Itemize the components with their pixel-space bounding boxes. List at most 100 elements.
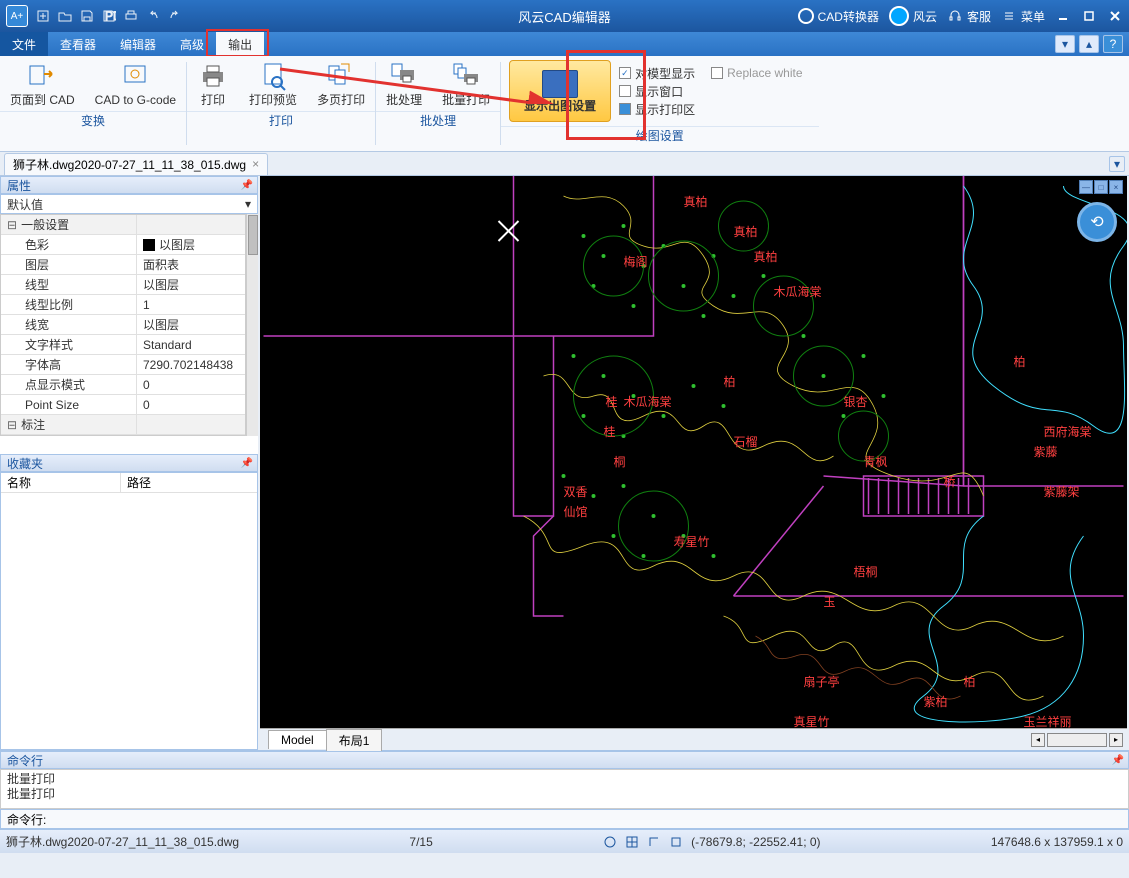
pin-icon[interactable]: 📌 [241, 180, 253, 191]
command-panel: 命令行📌 批量打印 批量打印 命令行: [0, 750, 1129, 829]
print-area-check[interactable]: 显示打印区 [619, 100, 695, 118]
help-icon[interactable]: ? [1103, 35, 1123, 53]
svg-text:梧桐: 梧桐 [854, 564, 878, 579]
canvas-min-icon[interactable]: — [1079, 180, 1093, 194]
prop-key: Point Size [1, 395, 137, 414]
scrollbar[interactable] [246, 214, 258, 436]
grid-section[interactable]: ⊟ 一般设置 [1, 215, 245, 235]
prop-val: Standard [137, 335, 245, 354]
open-icon[interactable] [56, 7, 74, 25]
prop-key: 色彩 [1, 235, 137, 254]
general-label: 一般设置 [21, 216, 69, 233]
ortho-icon[interactable] [647, 835, 661, 849]
svg-text:柏: 柏 [724, 374, 736, 389]
display-options: 对模型显示 显示窗口 显示打印区 [611, 60, 703, 122]
view-cube[interactable]: ⟲ [1077, 202, 1117, 242]
command-input[interactable]: 命令行: [0, 809, 1129, 829]
tab-file[interactable]: 文件 [0, 32, 48, 56]
prop-key: 文字样式 [1, 335, 137, 354]
expand-tabs-icon[interactable]: ▾ [1109, 156, 1125, 172]
close-button[interactable] [1107, 8, 1123, 24]
cad-to-gcode-button[interactable]: CAD to G-code [85, 56, 186, 111]
gcode-icon [119, 60, 151, 92]
prop-row[interactable]: 线宽以图层 [1, 315, 245, 335]
cad-converter-button[interactable]: CAD转换器 [798, 8, 879, 25]
prop-val: 0 [137, 375, 245, 394]
ribbon: 页面到 CAD CAD to G-code 变换 打印 打印预览 多页打印 打印… [0, 56, 1129, 152]
scroll-left-icon[interactable]: ◂ [1031, 733, 1045, 747]
print-icon[interactable] [122, 7, 140, 25]
canvas-buttons: — □ × [1079, 180, 1123, 194]
prop-row[interactable]: 图层面积表 [1, 255, 245, 275]
color-swatch [143, 239, 155, 251]
canvas-max-icon[interactable]: □ [1094, 180, 1108, 194]
pin-icon[interactable]: 📌 [1112, 755, 1124, 766]
menu-bar: 文件 查看器 编辑器 高级 输出 ▾ ▴ ? [0, 32, 1129, 56]
view-cube-icon: ⟲ [1077, 202, 1117, 242]
page-to-cad-button[interactable]: 页面到 CAD [0, 56, 85, 111]
scroll-thumb[interactable] [248, 215, 258, 255]
document-name: 狮子林.dwg2020-07-27_11_11_38_015.dwg [13, 156, 246, 173]
minimize-button[interactable] [1055, 8, 1071, 24]
replace-white-check[interactable]: Replace white [711, 64, 802, 82]
prop-val: 1 [137, 295, 245, 314]
prop-row[interactable]: 色彩以图层 [1, 235, 245, 255]
svg-text:紫柏: 紫柏 [924, 694, 948, 709]
show-window-check[interactable]: 显示窗口 [619, 82, 695, 100]
svg-text:玉兰祥丽: 玉兰祥丽 [1024, 715, 1072, 728]
maximize-button[interactable] [1081, 8, 1097, 24]
document-tab[interactable]: 狮子林.dwg2020-07-27_11_11_38_015.dwg × [4, 153, 268, 175]
svg-text:木瓜海棠: 木瓜海棠 [774, 284, 822, 299]
tab-output[interactable]: 输出 [216, 32, 264, 56]
snap-icon[interactable] [603, 835, 617, 849]
drawing-canvas[interactable]: 真柏梅阁真柏真柏木瓜海棠柏柏桂桂桐木瓜海棠银杏石榴西府海棠紫藤青枫桥紫藤架双香仙… [260, 176, 1127, 750]
print-label: 打印 [201, 94, 225, 107]
prop-val: 0 [137, 395, 245, 414]
display-options-2: Replace white x x [703, 60, 810, 122]
brand-label: 风云 [913, 8, 937, 25]
ribbon-minimize-icon[interactable]: ▴ [1079, 35, 1099, 53]
new-icon[interactable] [34, 7, 52, 25]
support-button[interactable]: 客服 [947, 8, 991, 25]
svg-text:柏: 柏 [964, 674, 976, 689]
collapse-icon: ⊟ [7, 218, 17, 232]
prop-key: 线宽 [1, 315, 137, 334]
prop-row[interactable]: 线型比例1 [1, 295, 245, 315]
headset-icon [947, 8, 963, 24]
canvas-close-icon[interactable]: × [1109, 180, 1123, 194]
osnap-icon[interactable] [669, 835, 683, 849]
prop-val: 以图层 [137, 315, 245, 334]
properties-selector[interactable]: 默认值▾ [0, 194, 258, 214]
tab-viewer[interactable]: 查看器 [48, 32, 108, 56]
prop-row[interactable]: 线型以图层 [1, 275, 245, 295]
model-display-check[interactable]: 对模型显示 [619, 64, 695, 82]
layer-toggle-icon[interactable]: ▾ [1055, 35, 1075, 53]
svg-text:真柏: 真柏 [734, 224, 758, 239]
layout1-tab[interactable]: 布局1 [326, 729, 383, 751]
menu-button[interactable]: 菜单 [1001, 8, 1045, 25]
prop-row[interactable]: 点显示模式0 [1, 375, 245, 395]
prop-row[interactable]: 文字样式Standard [1, 335, 245, 355]
scroll-track[interactable] [1047, 733, 1107, 747]
tab-advanced[interactable]: 高级 [168, 32, 216, 56]
grid-section[interactable]: ⊟标注 [1, 415, 245, 435]
redo-icon[interactable] [166, 7, 184, 25]
checkbox-icon [711, 67, 723, 79]
brand-button[interactable]: 风云 [889, 6, 937, 26]
saveas-icon[interactable]: PDF [100, 7, 118, 25]
tab-editor[interactable]: 编辑器 [108, 32, 168, 56]
save-icon[interactable] [78, 7, 96, 25]
scroll-right-icon[interactable]: ▸ [1109, 733, 1123, 747]
close-tab-icon[interactable]: × [252, 157, 259, 171]
model-tab[interactable]: Model [268, 730, 327, 749]
grid-icon[interactable] [625, 835, 639, 849]
favorites-list: 名称 路径 [0, 472, 258, 750]
pin-icon[interactable]: 📌 [241, 458, 253, 469]
undo-icon[interactable] [144, 7, 162, 25]
prop-row[interactable]: 字体高7290.702148438 [1, 355, 245, 375]
print-button[interactable]: 打印 [187, 56, 239, 111]
properties-header: 属性📌 [0, 176, 258, 194]
prop-row[interactable]: Point Size0 [1, 395, 245, 415]
print-group-label: 打印 [187, 111, 375, 129]
converter-label: CAD转换器 [818, 8, 879, 25]
